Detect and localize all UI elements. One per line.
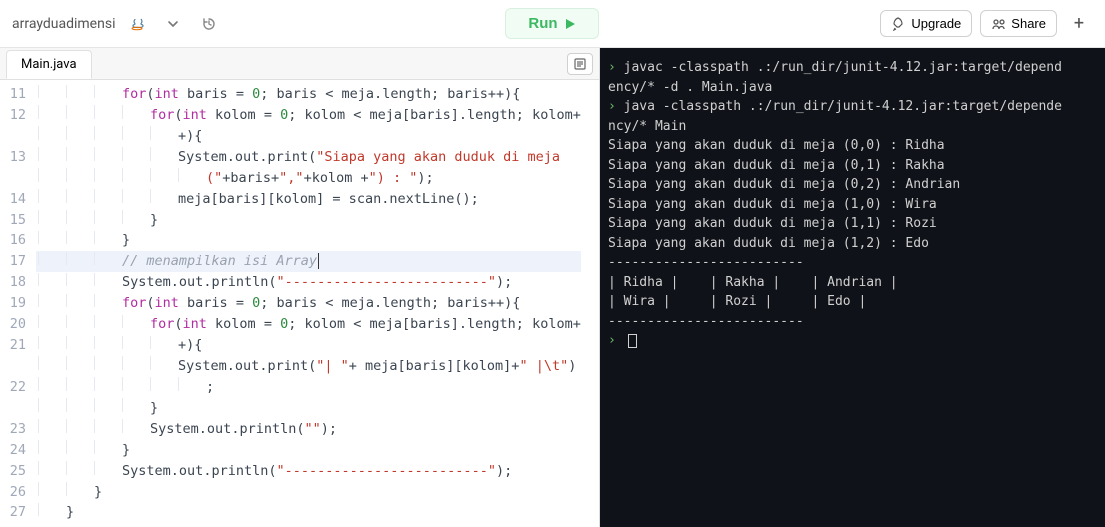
console-line: | Wira | | Rozi | | Edo | [608,292,1097,312]
code-line[interactable]: System.out.println("--------------------… [36,272,581,293]
upgrade-label: Upgrade [911,16,961,31]
code-line[interactable]: meja[baris][kolom] = scan.nextLine(); [36,189,581,210]
line-number: 18 [6,272,26,293]
line-number: 23 [6,419,26,440]
line-number: 15 [6,210,26,231]
console-line: Siapa yang akan duduk di meja (0,1) : Ra… [608,156,1097,176]
console-line: Siapa yang akan duduk di meja (1,0) : Wi… [608,195,1097,215]
line-number: 19 [6,293,26,314]
chevron-down-icon[interactable] [159,10,187,38]
console-line: Siapa yang akan duduk di meja (0,0) : Ri… [608,136,1097,156]
editor-settings-icon[interactable] [567,53,593,75]
line-number: 13 [6,147,26,168]
code-line[interactable]: } [36,482,581,503]
code-line[interactable]: System.out.print("Siapa yang akan duduk … [36,147,581,168]
line-number: 14 [6,189,26,210]
line-number: 11 [6,84,26,105]
code-line[interactable]: for(int baris = 0; baris < meja.length; … [36,293,581,314]
line-number: 26 [6,482,26,503]
line-gutter: 1112 13 1415161718192021 22 232425262728 [0,80,36,527]
run-label: Run [528,15,557,32]
code-line[interactable]: } [36,398,581,419]
console-pane[interactable]: › javac -classpath .:/run_dir/junit-4.12… [600,48,1105,527]
code-line[interactable]: for(int kolom = 0; kolom < meja[baris].l… [36,105,581,126]
code-line[interactable]: } [36,440,581,461]
tab-bar: Main.java [0,48,599,80]
code-line[interactable]: // menampilkan isi Array [36,251,581,272]
console-line: Siapa yang akan duduk di meja (1,2) : Ed… [608,234,1097,254]
console-line: › javac -classpath .:/run_dir/junit-4.12… [608,58,1097,78]
line-number: 12 [6,105,26,126]
console-line: Siapa yang akan duduk di meja (1,1) : Ro… [608,214,1097,234]
console-line: ------------------------- [608,253,1097,273]
share-button[interactable]: Share [980,10,1057,37]
code-line[interactable]: System.out.println(""); [36,419,581,440]
project-name[interactable]: arrayduadimensi [12,16,115,32]
language-icon [123,10,151,38]
code-line[interactable]: } [36,502,581,523]
code-line[interactable]: for(int kolom = 0; kolom < meja[baris].l… [36,314,581,335]
header-bar: arrayduadimensi Run Upgrade Share + [0,0,1105,48]
tab-main-java[interactable]: Main.java [6,50,92,79]
workspace: Main.java 1112 13 1415161718192021 22 23… [0,48,1105,527]
code-line[interactable]: +){ [36,335,581,356]
console-line: › java -classpath .:/run_dir/junit-4.12.… [608,97,1097,117]
upgrade-button[interactable]: Upgrade [880,10,972,37]
line-number: 22 [6,377,26,398]
add-button[interactable]: + [1065,10,1093,38]
code-body[interactable]: for(int baris = 0; baris < meja.length; … [36,80,581,527]
line-number: 16 [6,230,26,251]
code-line[interactable]: for(int baris = 0; baris < meja.length; … [36,84,581,105]
line-number: 27 [6,502,26,523]
people-icon [991,17,1005,31]
line-number: 25 [6,461,26,482]
code-line[interactable]: ("+baris+","+kolom +") : "); [36,168,581,189]
code-line[interactable]: System.out.print("| "+ meja[baris][kolom… [36,356,581,377]
console-line: › [608,331,1097,351]
share-label: Share [1011,16,1046,31]
console-line: ency/* -d . Main.java [608,78,1097,98]
code-line[interactable]: } [36,230,581,251]
line-number: 20 [6,314,26,335]
console-line: | Ridha | | Rakha | | Andrian | [608,273,1097,293]
line-number: 28 [6,523,26,527]
run-button[interactable]: Run [505,8,598,39]
play-icon [564,18,576,30]
code-line[interactable]: ; [36,377,581,398]
code-editor[interactable]: 1112 13 1415161718192021 22 232425262728… [0,80,599,527]
console-line: ------------------------- [608,312,1097,332]
history-icon[interactable] [195,10,223,38]
code-line[interactable]: System.out.println("--------------------… [36,461,581,482]
code-line[interactable]: } [36,210,581,231]
rocket-icon [891,17,905,31]
editor-pane: Main.java 1112 13 1415161718192021 22 23… [0,48,600,527]
line-number: 17 [6,251,26,272]
line-number: 24 [6,440,26,461]
console-line: Siapa yang akan duduk di meja (0,2) : An… [608,175,1097,195]
code-line[interactable]: +){ [36,126,581,147]
line-number: 21 [6,335,26,356]
console-line: ncy/* Main [608,117,1097,137]
